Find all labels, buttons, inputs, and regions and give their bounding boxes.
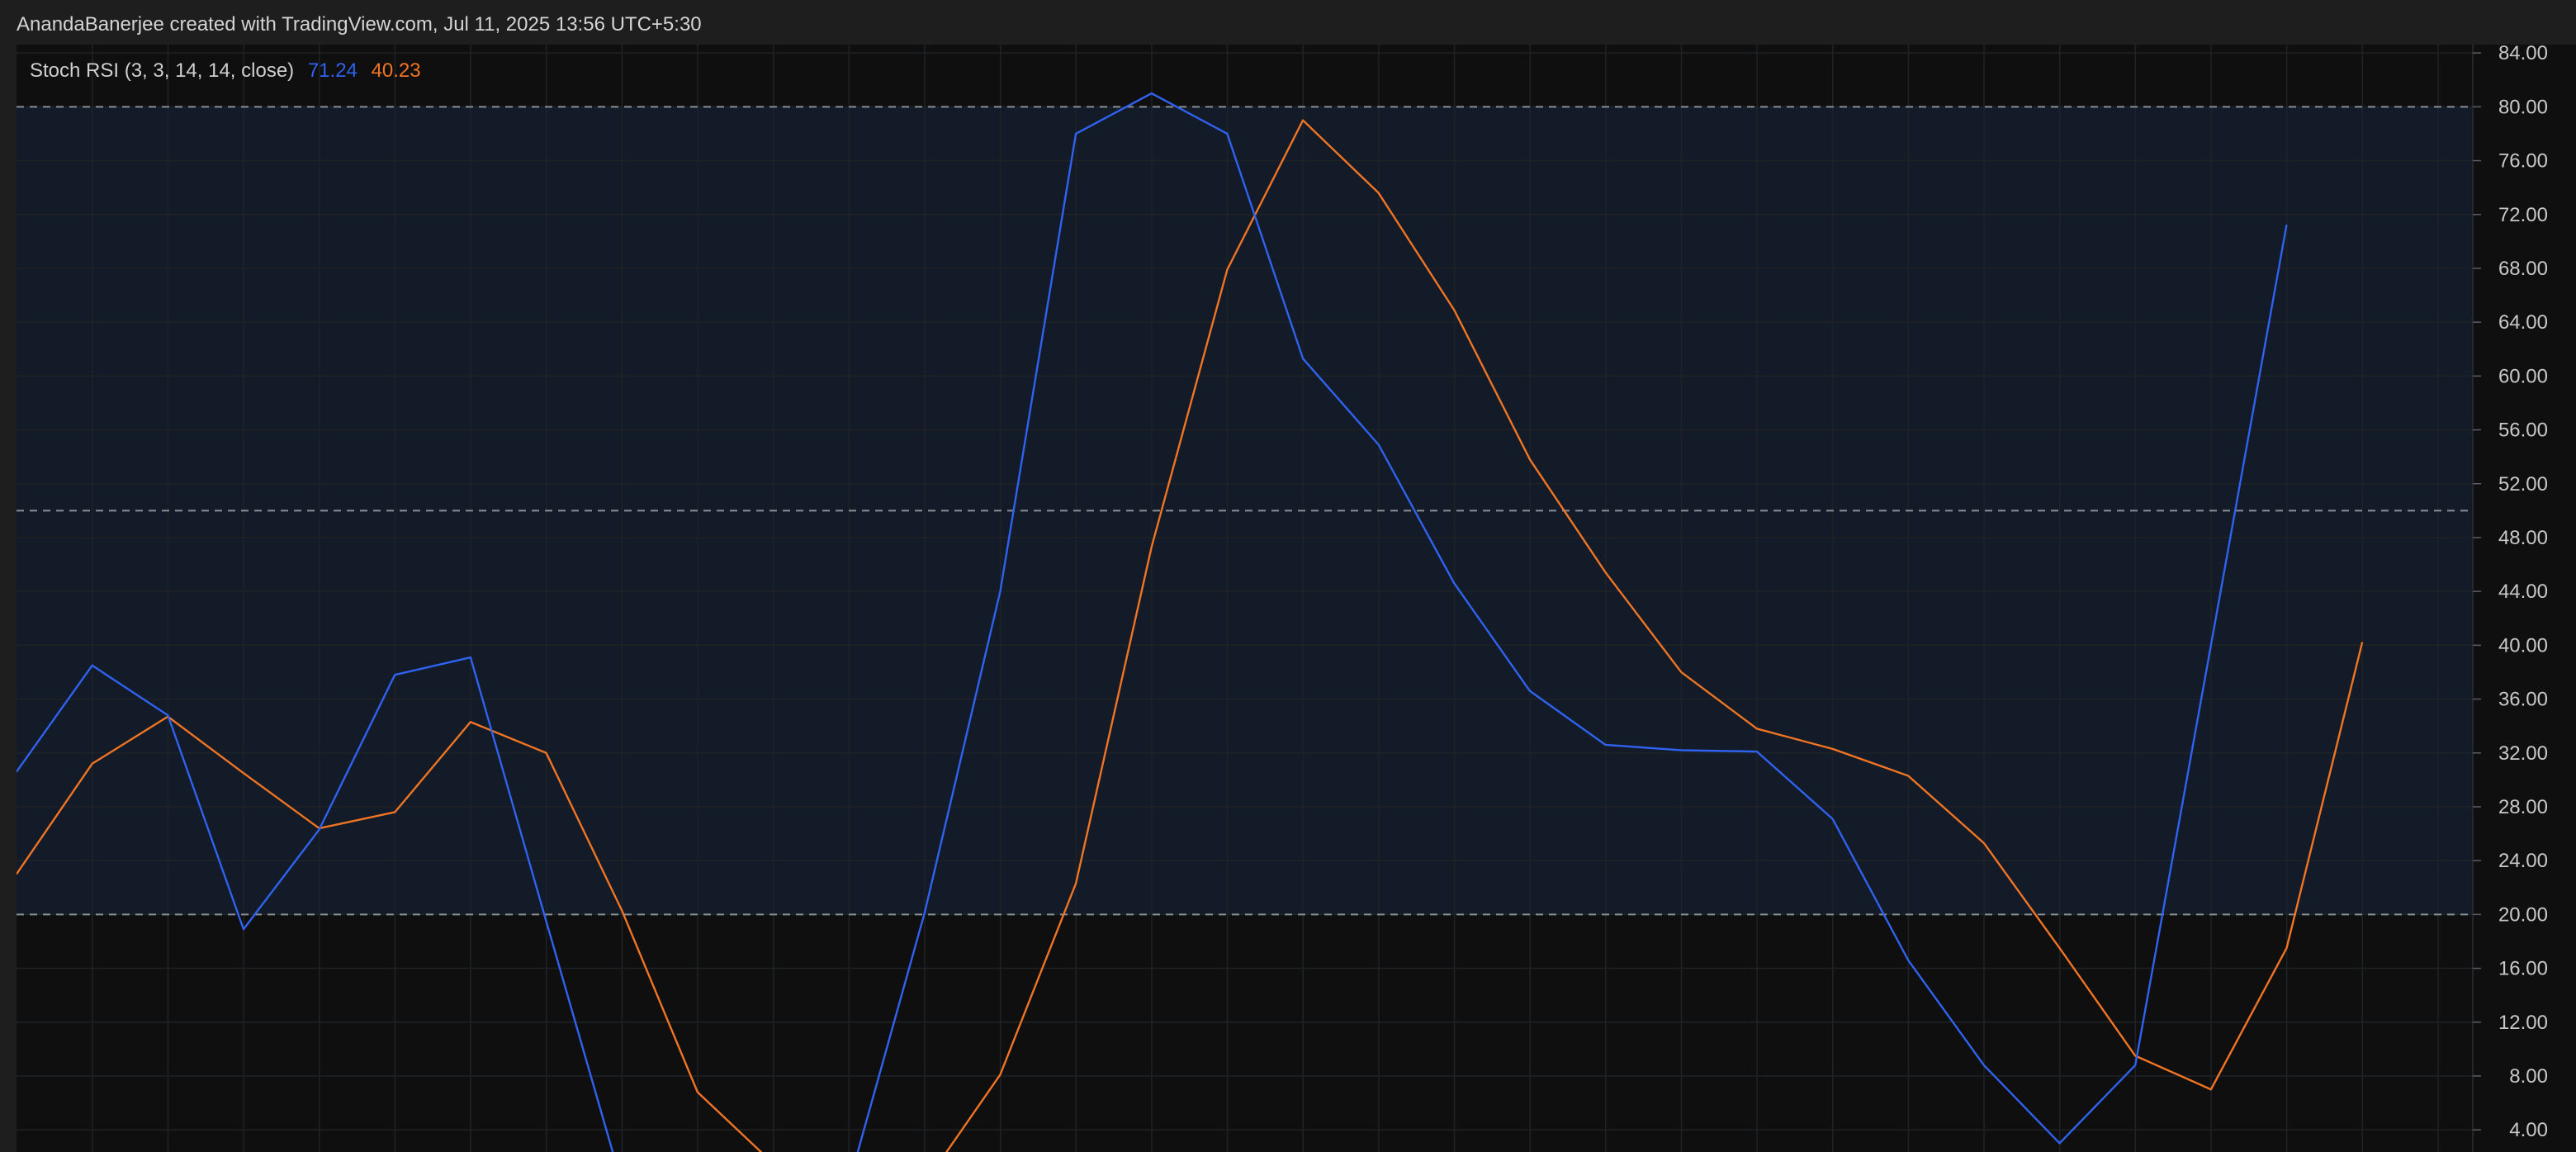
y-tick-label: 76.00: [2498, 150, 2548, 173]
chart-header: AnandaBanerjee created with TradingView.…: [0, 0, 2576, 45]
left-margin: [0, 45, 17, 1152]
y-tick-label: 52.00: [2498, 473, 2548, 495]
y-tick-label: 32.00: [2498, 742, 2548, 765]
k-value-label: 71.24: [307, 59, 358, 82]
y-tick-label: 48.00: [2498, 527, 2548, 549]
y-tick-label: 84.00: [2498, 45, 2548, 64]
y-tick-label: 40.00: [2498, 634, 2548, 657]
y-tick-label: 60.00: [2498, 365, 2548, 387]
y-tick-label: 64.00: [2498, 311, 2548, 334]
y-tick-label: 16.00: [2498, 958, 2548, 980]
indicator-legend: Stoch RSI (3, 3, 14, 14, close) 71.24 40…: [30, 59, 421, 83]
y-tick-label: 44.00: [2498, 581, 2548, 603]
y-tick-label: 24.00: [2498, 850, 2548, 872]
stoch-rsi-chart[interactable]: 4.00 8.00 12.00 16.00 20.00 24.00 28.00 32.00 36…: [17, 45, 2576, 1152]
d-value-label: 40.23: [371, 59, 421, 82]
y-tick-label: 12.00: [2498, 1012, 2548, 1034]
attribution-text: AnandaBanerjee created with TradingView.…: [17, 13, 702, 36]
y-tick-label: 8.00: [2509, 1065, 2548, 1088]
y-tick-label: 4.00: [2509, 1119, 2548, 1141]
y-tick-label: 68.00: [2498, 258, 2548, 280]
y-tick-label: 72.00: [2498, 204, 2548, 226]
plot-area[interactable]: 4.00 8.00 12.00 16.00 20.00 24.00 28.00 32.00 36…: [17, 45, 2576, 1152]
y-tick-label: 36.00: [2498, 689, 2548, 711]
indicator-name: Stoch RSI (3, 3, 14, 14, close): [30, 59, 295, 82]
y-tick-label: 20.00: [2498, 903, 2548, 926]
y-tick-label: 56.00: [2498, 420, 2548, 442]
y-tick-label: 80.00: [2498, 96, 2548, 118]
y-tick-label: 28.00: [2498, 796, 2548, 818]
